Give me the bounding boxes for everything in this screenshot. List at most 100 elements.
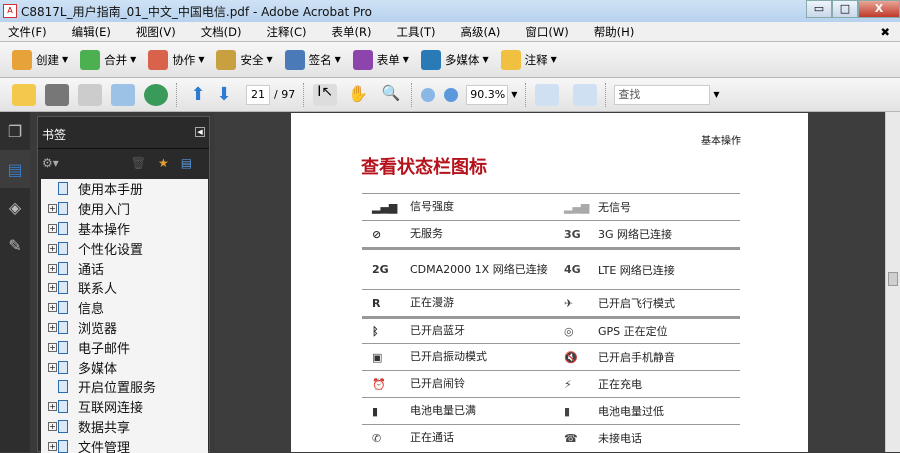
pdf-icon: A xyxy=(3,4,17,18)
menu-item[interactable]: 编辑(E) xyxy=(68,24,115,40)
status-icon: ▂▄▆ xyxy=(372,200,398,214)
zoom-dropdown-icon[interactable]: ▼ xyxy=(511,90,517,99)
toolbar-button-0[interactable]: 创建 ▼ xyxy=(12,49,68,70)
expand-icon[interactable]: + xyxy=(48,243,57,253)
bookmark-item[interactable]: + 文件管理 xyxy=(41,436,208,453)
table-row: R 正在漫游 ✈ 已开启飞行模式 xyxy=(362,289,740,316)
maximize-button[interactable]: □ xyxy=(832,0,858,18)
expand-icon[interactable]: + xyxy=(48,322,57,332)
bookmark-item[interactable]: + 联系人 xyxy=(41,278,208,298)
minimize-button[interactable]: ▭ xyxy=(806,0,832,18)
zoom-input[interactable]: 90.3% xyxy=(466,84,509,105)
menu-item[interactable]: 帮助(H) xyxy=(590,24,639,40)
options-gear-icon[interactable]: ⚙▾ xyxy=(42,156,59,170)
expand-icon[interactable]: + xyxy=(48,303,57,313)
toolbar-button-4[interactable]: 签名 ▼ xyxy=(284,49,341,70)
menu-item[interactable]: 文档(D) xyxy=(197,24,246,40)
bookmark-item[interactable]: + 多媒体 xyxy=(41,357,208,377)
bookmarks-panel: 书签 ◀ ⚙▾ 🗑 ★ ▤ 使用本手册 + 使用入门 + 基本操作 + 个性化设置 + 通话 + 联系… xyxy=(37,116,210,453)
signatures-icon[interactable]: ✎ xyxy=(0,226,30,264)
expand-icon[interactable]: + xyxy=(48,283,57,293)
expand-icon[interactable]: + xyxy=(48,402,57,412)
table-row: ✆ 正在通话 ☎ 未接电话 xyxy=(362,424,740,451)
table-row: ᛒ 已开启蓝牙 ◎ GPS 正在定位 xyxy=(362,316,740,343)
zoom-out-icon[interactable] xyxy=(421,87,436,102)
fit-page-icon[interactable] xyxy=(573,83,598,106)
task-toolbar: 创建 ▼ 合并 ▼ 协作 ▼ 安全 ▼ 签名 ▼ 表单 ▼ 多媒体 ▼ 注释 ▼ xyxy=(0,42,900,78)
toolbar-button-7[interactable]: 注释 ▼ xyxy=(500,49,557,70)
menu-item[interactable]: 表单(R) xyxy=(328,24,376,40)
bookmark-item[interactable]: + 浏览器 xyxy=(41,318,208,338)
layers-icon[interactable]: ◈ xyxy=(0,188,30,226)
bookmark-item[interactable]: + 信息 xyxy=(41,298,208,318)
prev-page-icon[interactable]: ⬆ xyxy=(186,84,210,106)
bookmark-item[interactable]: + 个性化设置 xyxy=(41,238,208,258)
status-icon: ᛒ xyxy=(372,324,379,338)
new-bookmark-icon[interactable]: ★ xyxy=(158,156,169,170)
toolbar-button-3[interactable]: 安全 ▼ xyxy=(216,49,273,70)
expand-icon[interactable]: + xyxy=(48,263,57,273)
scrollbar-thumb[interactable] xyxy=(888,272,898,286)
hand-tool-icon[interactable]: ✋ xyxy=(346,84,370,106)
save-icon[interactable] xyxy=(78,83,102,106)
expand-icon[interactable]: + xyxy=(48,441,57,451)
upload-icon[interactable] xyxy=(144,83,168,106)
pages-icon[interactable]: ❐ xyxy=(0,112,30,150)
bookmark-item[interactable]: + 互联网连接 xyxy=(41,397,208,417)
open-icon[interactable] xyxy=(12,83,36,106)
title-bar: A C8817L_用户指南_01_中文_中国电信.pdf - Adobe Acr… xyxy=(0,0,900,22)
email-icon[interactable] xyxy=(111,83,135,106)
menu-item[interactable]: 窗口(W) xyxy=(521,24,572,40)
close-button[interactable]: X xyxy=(858,0,900,18)
bookmark-icon xyxy=(58,340,68,354)
page-number-input[interactable]: 21 xyxy=(246,84,270,105)
bookmark-label: 信息 xyxy=(78,302,105,318)
delete-icon[interactable]: 🗑 xyxy=(131,156,146,170)
menu-item[interactable]: 注释(C) xyxy=(263,24,311,40)
toolbar-button-5[interactable]: 表单 ▼ xyxy=(352,49,409,70)
bookmark-label: 个性化设置 xyxy=(78,242,144,258)
status-icon: 2G xyxy=(372,263,389,276)
zoom-in-icon[interactable] xyxy=(444,87,459,102)
bookmark-item[interactable]: + 通话 xyxy=(41,258,208,278)
find-input[interactable]: 查找 xyxy=(614,84,711,105)
bookmark-label: 电子邮件 xyxy=(78,341,131,357)
expand-icon[interactable]: + xyxy=(48,342,57,352)
fit-width-icon[interactable] xyxy=(535,83,560,106)
close-document-button[interactable]: ✖ xyxy=(876,25,894,39)
toolbar-button-1[interactable]: 合并 ▼ xyxy=(80,49,136,70)
select-tool-icon[interactable]: I↖ xyxy=(313,83,338,106)
find-dropdown-icon[interactable]: ▼ xyxy=(713,90,719,99)
toolbar-button-6[interactable]: 多媒体 ▼ xyxy=(420,49,489,70)
marquee-zoom-icon[interactable]: 🔍 xyxy=(379,84,403,106)
bookmark-item[interactable]: + 数据共享 xyxy=(41,417,208,437)
next-page-icon[interactable]: ⬇ xyxy=(212,84,236,106)
menu-item[interactable]: 文件(F) xyxy=(4,24,51,40)
collapse-panel-button[interactable]: ◀ xyxy=(195,127,205,137)
bookmarks-icon[interactable]: ▤ xyxy=(0,150,30,188)
menu-item[interactable]: 视图(V) xyxy=(132,24,180,40)
expand-icon[interactable]: + xyxy=(48,362,57,372)
bookmark-item[interactable]: + 使用入门 xyxy=(41,199,208,219)
expand-icon[interactable]: + xyxy=(48,204,57,214)
bookmark-item[interactable]: 使用本手册 xyxy=(41,179,208,199)
print-icon[interactable] xyxy=(45,83,69,106)
bookmark-item[interactable]: + 电子邮件 xyxy=(41,337,208,357)
bookmark-icon xyxy=(58,202,68,216)
vertical-scrollbar[interactable] xyxy=(885,112,900,452)
table-row: ⏰ 已开启闹铃 ⚡ 正在充电 xyxy=(362,370,740,397)
status-description: LTE 网络已连接 xyxy=(598,263,675,277)
menu-item[interactable]: 工具(T) xyxy=(393,24,440,40)
bookmark-item[interactable]: 开启位置服务 xyxy=(41,377,208,397)
menu-item[interactable]: 高级(A) xyxy=(457,24,505,40)
bookmark-icon xyxy=(58,301,68,315)
status-description: 已开启手机静音 xyxy=(598,351,675,364)
expand-bookmark-icon[interactable]: ▤ xyxy=(181,156,192,170)
bookmark-item[interactable]: + 基本操作 xyxy=(41,219,208,239)
expand-icon[interactable]: + xyxy=(48,223,57,233)
nav-toolbar: ⬆ ⬇ 21 / 97 I↖ ✋ 🔍 90.3% ▼ 查找 ▼ xyxy=(0,78,900,112)
table-row: ▣ 已开启振动模式 🔇 已开启手机静音 xyxy=(362,343,740,370)
expand-icon[interactable]: + xyxy=(48,421,57,431)
bookmark-icon xyxy=(58,439,68,453)
toolbar-button-2[interactable]: 协作 ▼ xyxy=(148,49,204,70)
